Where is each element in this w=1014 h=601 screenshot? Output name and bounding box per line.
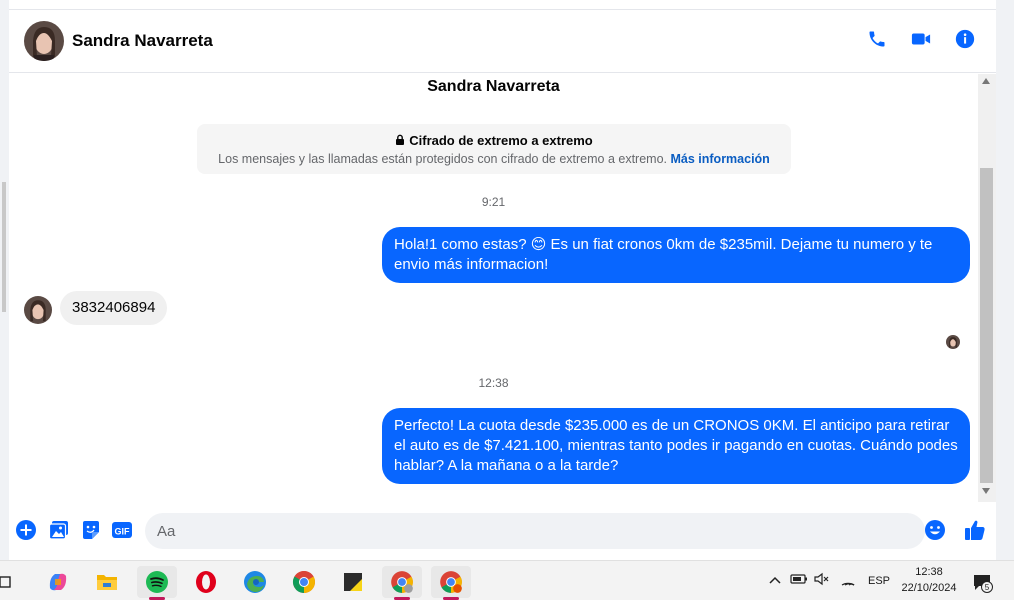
left-edge [0, 0, 9, 560]
chrome-icon[interactable] [284, 566, 324, 598]
header-actions [866, 28, 976, 50]
thread-scrollbar[interactable] [978, 74, 996, 502]
spotify-icon[interactable] [137, 566, 177, 600]
opera-icon[interactable] [186, 566, 226, 598]
timestamp: 9:21 [481, 195, 506, 209]
sender-avatar[interactable] [24, 296, 52, 324]
encryption-description: Los mensajes y las llamadas están proteg… [197, 152, 791, 166]
clock-date: 22/10/2024 [901, 582, 957, 594]
right-edge [996, 0, 1014, 560]
outgoing-message[interactable]: Perfecto! La cuota desde $235.000 es de … [382, 408, 970, 484]
chevron-up-icon[interactable] [768, 572, 786, 590]
windows-taskbar: ESP 12:38 22/10/2024 5 [0, 560, 1014, 600]
photo-icon[interactable] [48, 519, 70, 541]
scroll-down-arrow[interactable] [982, 488, 990, 494]
notifications-icon[interactable]: 5 [968, 566, 996, 598]
encryption-description-text: Los mensajes y las llamadas están proteg… [218, 152, 668, 166]
task-view-icon[interactable] [0, 566, 20, 598]
wifi-icon[interactable] [840, 572, 862, 591]
phone-icon[interactable] [866, 28, 888, 50]
gif-icon[interactable]: GIF [111, 519, 133, 541]
top-strip [9, 0, 996, 10]
sticker-icon[interactable] [80, 519, 102, 541]
lock-icon [395, 133, 405, 148]
clock-time: 12:38 [915, 566, 943, 578]
thread-title: Sandra Navarreta [427, 78, 560, 95]
battery-icon[interactable] [790, 572, 814, 590]
gif-label: GIF [115, 527, 131, 537]
encryption-title: Cifrado de extremo a extremo [197, 133, 791, 148]
language-indicator[interactable]: ESP [868, 575, 890, 587]
notification-count: 5 [985, 583, 990, 592]
encryption-notice: Cifrado de extremo a extremo Los mensaje… [197, 124, 791, 174]
contact-name[interactable]: Sandra Navarreta [72, 31, 213, 51]
message-thread: Sandra Navarreta Cifrado de extremo a ex… [9, 74, 978, 502]
encryption-title-text: Cifrado de extremo a extremo [409, 133, 593, 148]
scroll-thumb[interactable] [980, 168, 993, 483]
file-explorer-icon[interactable] [87, 566, 127, 598]
left-scroll-indicator [2, 182, 6, 312]
emoji-icon[interactable] [924, 519, 946, 541]
system-tray: ESP [768, 561, 890, 601]
composer: GIF [9, 502, 996, 560]
contact-avatar[interactable] [24, 21, 64, 61]
message-input[interactable] [145, 513, 925, 549]
timestamp: 12:38 [478, 376, 509, 390]
video-icon[interactable] [910, 28, 932, 50]
messenger-window: Sandra Navarreta Sandra Navarreta Cifrad… [0, 0, 1014, 560]
edge-icon[interactable] [235, 566, 275, 598]
chrome-profile-icon[interactable] [431, 566, 471, 600]
incoming-message[interactable]: 3832406894 [60, 291, 168, 325]
outgoing-message[interactable]: Hola!1 como estas? 😊 Es un fiat cronos 0… [382, 227, 970, 283]
scroll-up-arrow[interactable] [982, 78, 990, 84]
thumbs-up-icon[interactable] [963, 518, 987, 542]
add-icon[interactable] [15, 519, 37, 541]
clock[interactable]: 12:38 22/10/2024 [897, 564, 961, 596]
copilot-icon[interactable] [38, 566, 78, 598]
more-info-link[interactable]: Más información [671, 152, 770, 166]
conversation-header: Sandra Navarreta [9, 10, 996, 73]
info-icon[interactable] [954, 28, 976, 50]
chrome-profile-icon[interactable] [382, 566, 422, 600]
sticky-notes-icon[interactable] [333, 566, 373, 598]
seen-indicator-avatar [946, 335, 960, 349]
volume-muted-icon[interactable] [814, 572, 836, 591]
